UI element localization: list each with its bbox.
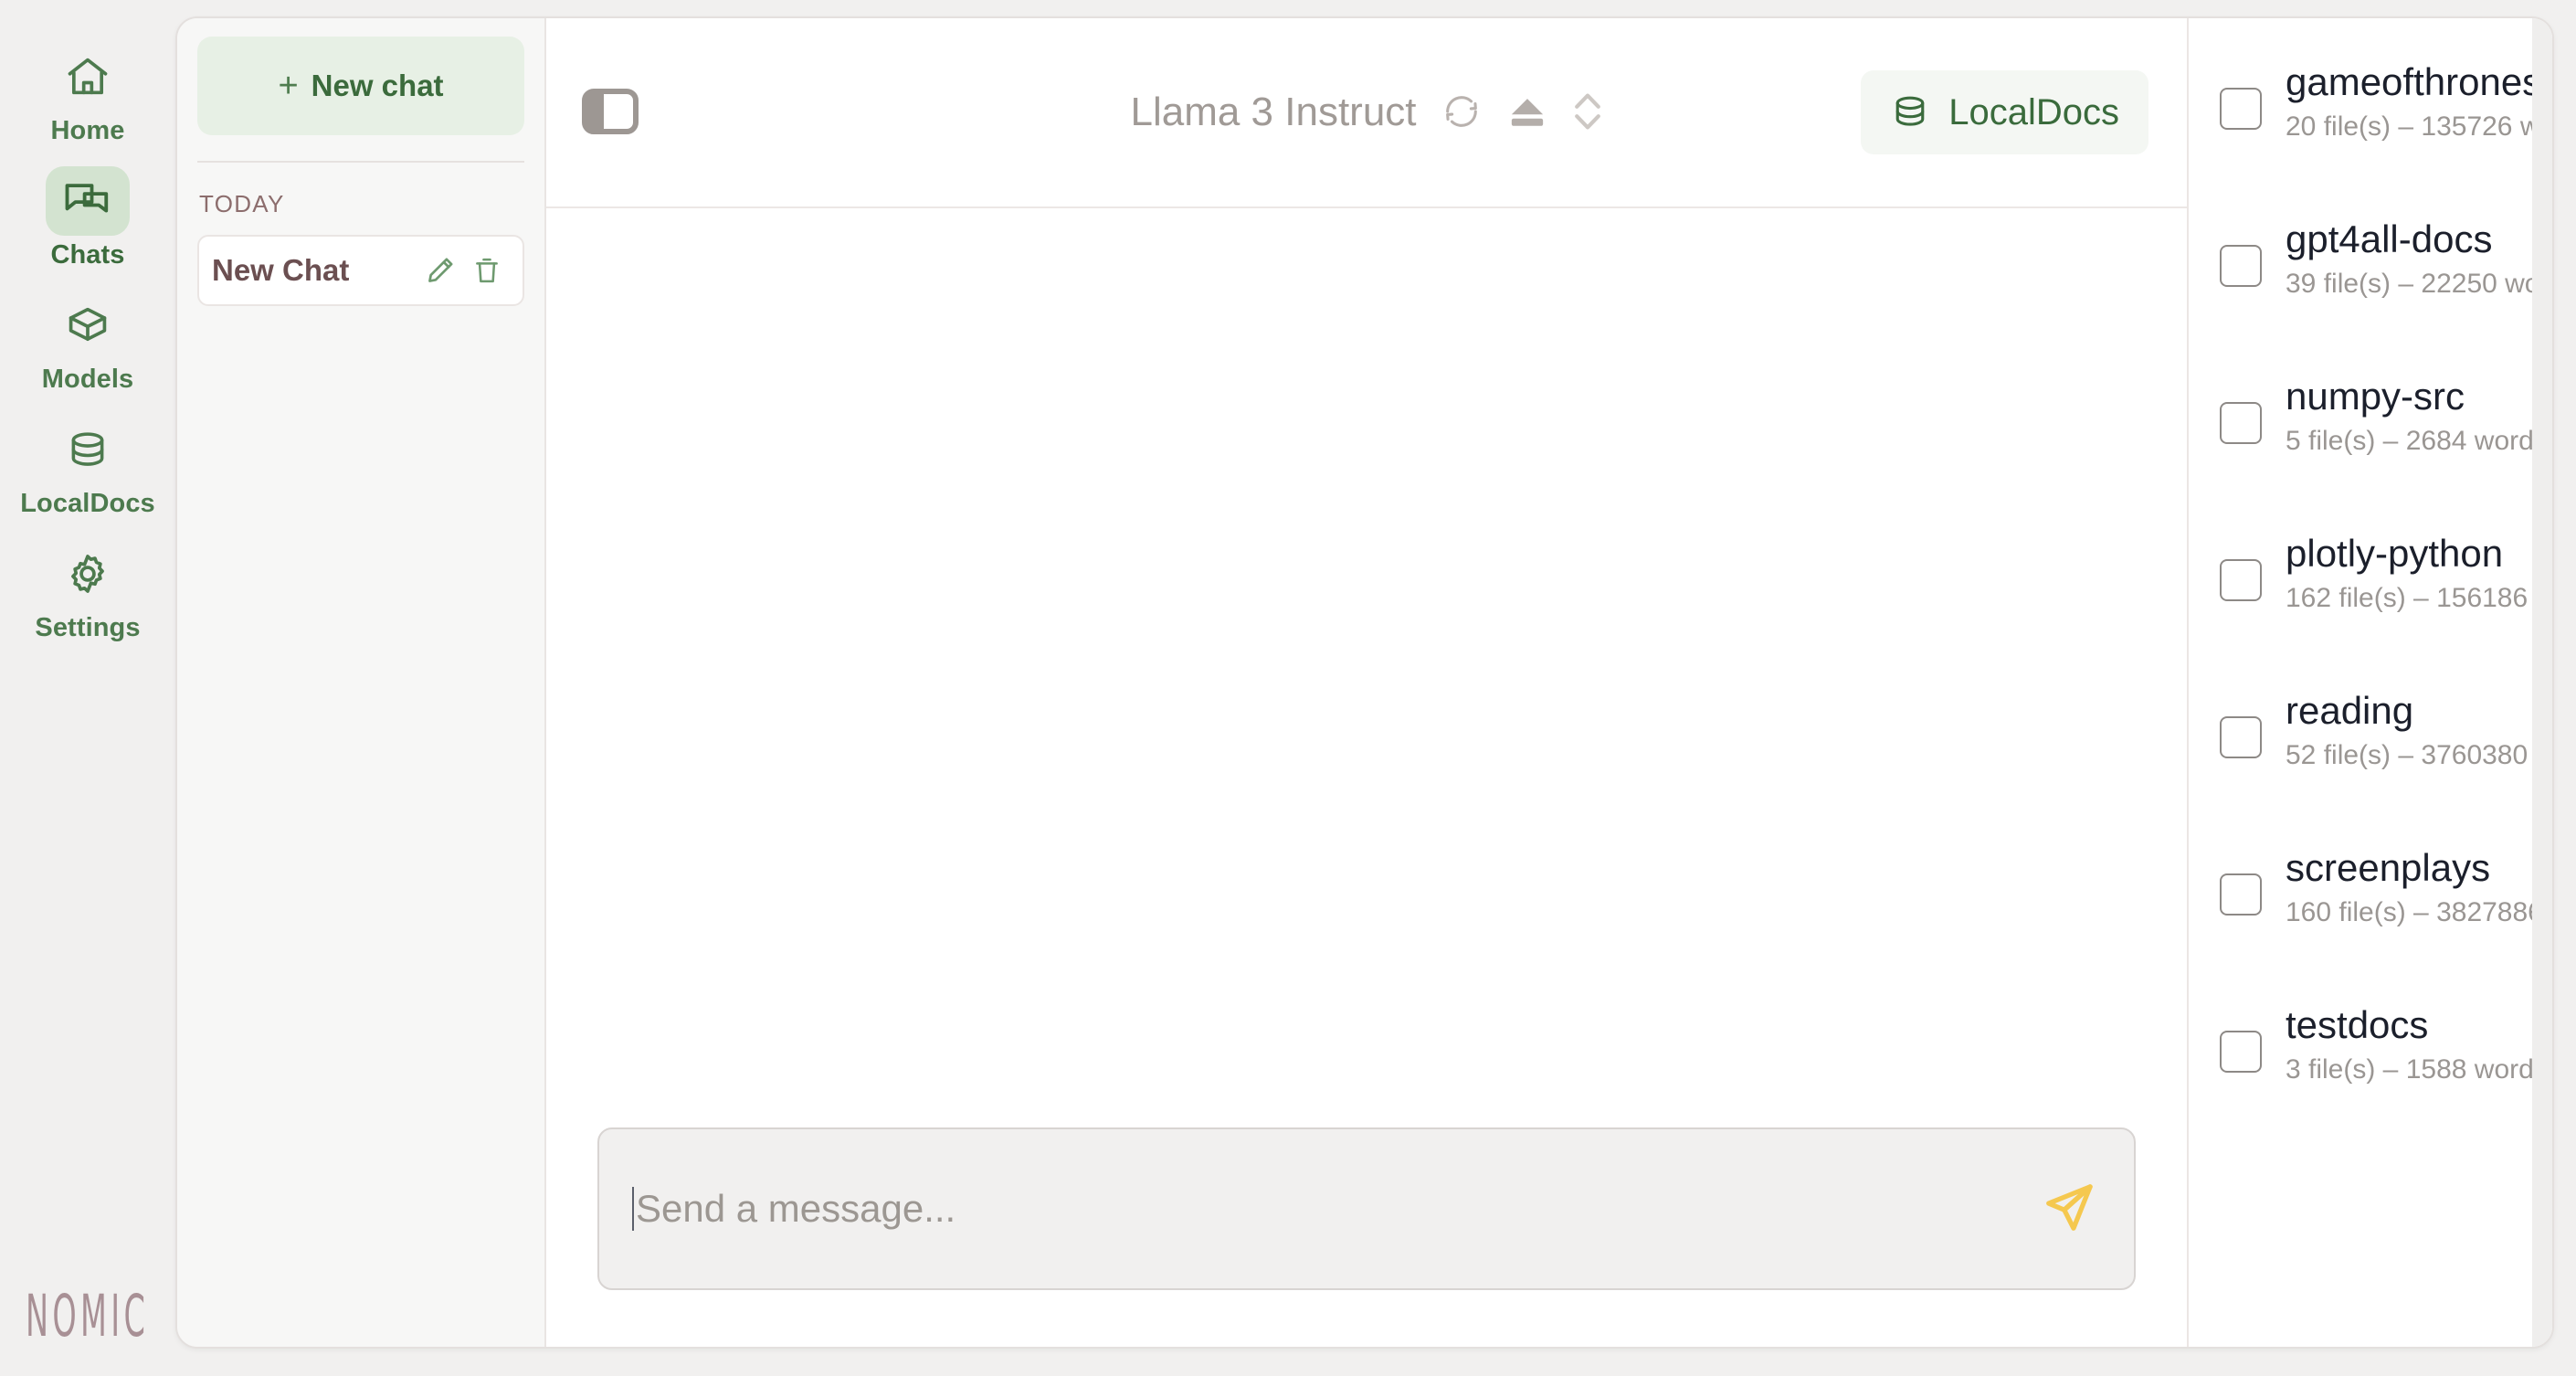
collection-name: reading	[2286, 689, 2414, 732]
collection-checkbox[interactable]	[2220, 88, 2262, 130]
localdocs-collection-row[interactable]: screenplays 160 file(s) – 3827886 w…	[2220, 844, 2534, 1001]
localdocs-collection-row[interactable]: gpt4all-docs 39 file(s) – 22250 word(s)	[2220, 216, 2534, 373]
send-paper-plane-icon	[2039, 1178, 2099, 1241]
reload-model-button[interactable]	[1441, 90, 1483, 135]
chat-item-actions	[424, 254, 502, 287]
reload-icon	[1441, 90, 1483, 135]
message-input-placeholder: Send a message...	[636, 1187, 956, 1230]
model-expand-button[interactable]	[1572, 88, 1603, 138]
chat-section-label-today: TODAY	[199, 190, 285, 217]
collection-meta: 3 file(s) – 1588 word(s)	[2286, 1054, 2534, 1085]
chat-toolbar: Llama 3 Instruct LocalDocs	[546, 18, 2187, 208]
chat-list-sidebar: + New chat TODAY New Chat	[177, 18, 546, 1347]
text-caret	[632, 1187, 634, 1231]
collection-text: reading 52 file(s) – 3760380 wor…	[2286, 687, 2534, 771]
localdocs-collection-row[interactable]: numpy-src 5 file(s) – 2684 word(s)	[2220, 373, 2534, 530]
current-model-name[interactable]: Llama 3 Instruct	[1130, 90, 1416, 135]
nav-label-localdocs: LocalDocs	[20, 489, 155, 518]
collection-meta: 160 file(s) – 3827886 w…	[2286, 897, 2534, 928]
localdocs-collection-row[interactable]: gameofthrones 20 file(s) – 135726 word…	[2220, 58, 2534, 216]
collection-checkbox[interactable]	[2220, 245, 2262, 287]
collection-meta: 162 file(s) – 156186 wor…	[2286, 583, 2534, 614]
nomic-brand-logo: NOMIC	[26, 1283, 150, 1351]
nav-label-settings: Settings	[35, 613, 141, 642]
nav-label-home: Home	[50, 116, 125, 145]
collection-name: screenplays	[2286, 846, 2491, 889]
eject-model-button[interactable]	[1506, 93, 1548, 132]
nav-item-chats[interactable]: Chats	[33, 166, 143, 270]
collection-name: gpt4all-docs	[2286, 217, 2493, 260]
collection-name: numpy-src	[2286, 375, 2465, 418]
nav-label-models: Models	[41, 365, 134, 394]
composer-wrapper: Send a message...	[546, 1127, 2187, 1347]
gear-icon	[46, 539, 130, 609]
collection-meta: 52 file(s) – 3760380 wor…	[2286, 740, 2534, 771]
new-chat-label: New chat	[311, 69, 444, 102]
database-icon	[1890, 91, 1930, 134]
chevron-up-down-icon	[1572, 88, 1603, 138]
eject-icon	[1506, 93, 1548, 132]
collection-name: plotly-python	[2286, 532, 2504, 575]
database-icon	[46, 415, 130, 484]
plus-icon: +	[278, 66, 299, 105]
collection-checkbox[interactable]	[2220, 559, 2262, 601]
collection-checkbox[interactable]	[2220, 716, 2262, 758]
sidebar-toggle-button[interactable]	[577, 85, 643, 140]
collection-text: plotly-python 162 file(s) – 156186 wor…	[2286, 530, 2534, 614]
gpt4all-app-window: Home Chats Models LocalDocs Settings NOM…	[0, 0, 2576, 1376]
nav-item-models[interactable]: Models	[33, 291, 143, 395]
localdocs-collections-panel: gameofthrones 20 file(s) – 135726 word… gp…	[2187, 18, 2552, 1347]
chat-item-title: New Chat	[212, 253, 350, 287]
sidebar-toggle-icon	[582, 88, 639, 137]
collection-meta: 39 file(s) – 22250 word(s)	[2286, 269, 2534, 300]
collection-checkbox[interactable]	[2220, 1031, 2262, 1073]
conversation-column: Llama 3 Instruct LocalDocs Send a messag…	[546, 18, 2187, 1347]
collection-text: testdocs 3 file(s) – 1588 word(s)	[2286, 1001, 2534, 1085]
nav-item-home[interactable]: Home	[33, 42, 143, 146]
nav-label-chats: Chats	[50, 240, 125, 270]
localdocs-collection-list: gameofthrones 20 file(s) – 135726 word… gp…	[2189, 38, 2552, 1159]
pencil-icon[interactable]	[424, 254, 457, 287]
collection-meta: 5 file(s) – 2684 word(s)	[2286, 426, 2534, 457]
nav-item-settings[interactable]: Settings	[33, 539, 143, 643]
localdocs-collection-row[interactable]: testdocs 3 file(s) – 1588 word(s)	[2220, 1001, 2534, 1159]
message-input[interactable]: Send a message...	[597, 1127, 2136, 1290]
primary-nav-rail: Home Chats Models LocalDocs Settings NOM…	[0, 0, 175, 1376]
chats-icon	[46, 166, 130, 236]
models-cube-icon	[46, 291, 130, 360]
collection-checkbox[interactable]	[2220, 402, 2262, 444]
collection-text: gameofthrones 20 file(s) – 135726 word…	[2286, 58, 2534, 143]
localdocs-collection-row[interactable]: plotly-python 162 file(s) – 156186 wor…	[2220, 530, 2534, 687]
trash-icon[interactable]	[471, 254, 502, 287]
localdocs-collection-row[interactable]: reading 52 file(s) – 3760380 wor…	[2220, 687, 2534, 844]
message-history-area	[546, 208, 2187, 1127]
collection-name: gameofthrones	[2286, 60, 2534, 103]
chat-list-item[interactable]: New Chat	[197, 235, 524, 306]
collection-text: numpy-src 5 file(s) – 2684 word(s)	[2286, 373, 2534, 457]
localdocs-button-label: LocalDocs	[1948, 91, 2119, 132]
sidebar-divider	[197, 161, 524, 163]
collection-text: gpt4all-docs 39 file(s) – 22250 word(s)	[2286, 216, 2534, 300]
collection-text: screenplays 160 file(s) – 3827886 w…	[2286, 844, 2534, 928]
home-icon	[46, 42, 130, 111]
collection-name: testdocs	[2286, 1003, 2429, 1046]
docs-panel-scrollbar[interactable]	[2532, 18, 2552, 1347]
nav-item-localdocs[interactable]: LocalDocs	[20, 415, 155, 519]
localdocs-toggle-button[interactable]: LocalDocs	[1861, 70, 2148, 154]
main-window-card: + New chat TODAY New Chat Llama 3 Instru…	[175, 16, 2554, 1349]
new-chat-button[interactable]: + New chat	[197, 37, 524, 135]
send-message-button[interactable]	[2039, 1178, 2108, 1241]
collection-checkbox[interactable]	[2220, 873, 2262, 916]
collection-meta: 20 file(s) – 135726 word…	[2286, 111, 2534, 143]
